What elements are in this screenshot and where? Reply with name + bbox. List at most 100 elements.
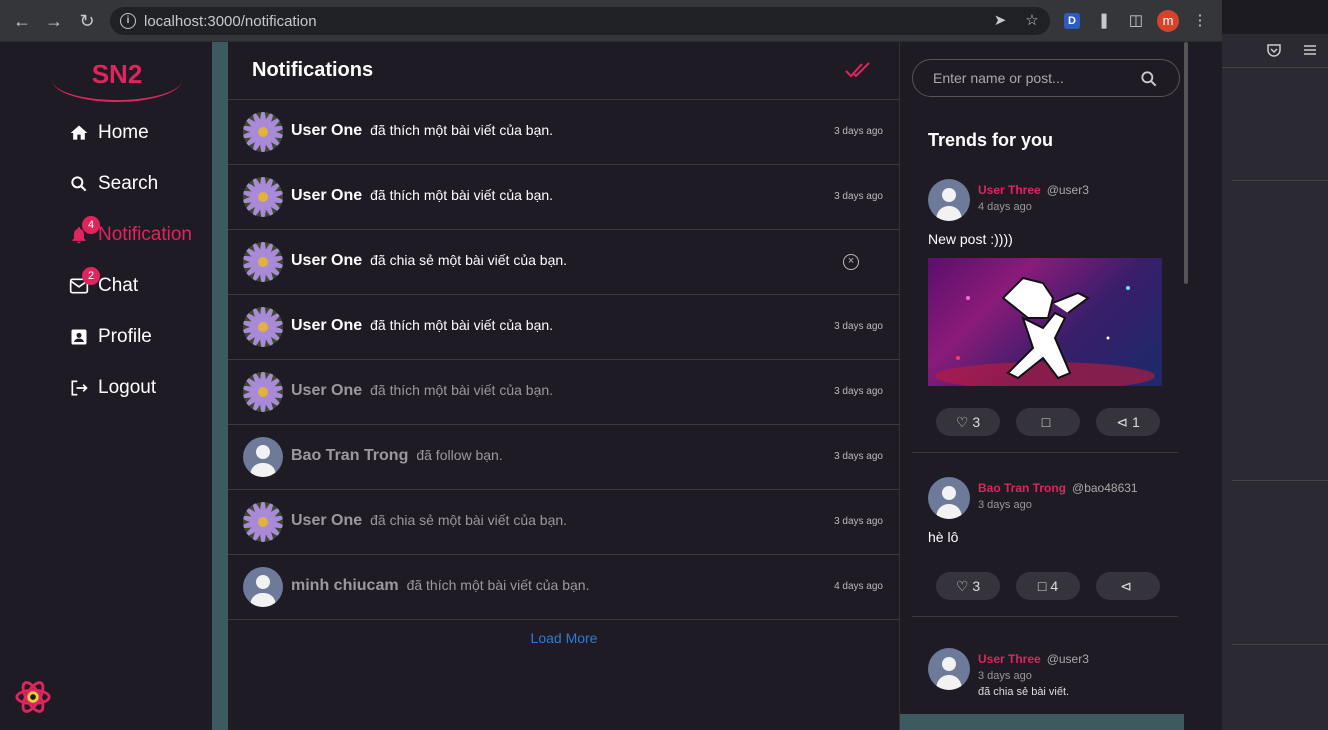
sidebar-item-chat[interactable]: 2 Chat	[68, 267, 138, 301]
notification-item[interactable]: User One đã thích một bài viết của bạn. 3 …	[228, 360, 899, 425]
sidebar-item-search[interactable]: Search	[68, 169, 158, 199]
sidebar-item-home[interactable]: Home	[68, 118, 149, 148]
avatar[interactable]	[928, 179, 970, 221]
avatar[interactable]	[243, 112, 283, 152]
post-time: 3 days ago	[978, 499, 1032, 511]
notification-text: đã chia sẻ một bài viết của bạn.	[370, 252, 568, 268]
notification-item[interactable]: User One đã thích một bài viết của bạn. 3 …	[228, 165, 899, 230]
side-panel-icon[interactable]: ◫	[1126, 11, 1146, 31]
layout-divider	[212, 42, 228, 730]
notification-user[interactable]: User One	[291, 122, 362, 139]
horizontal-scrollbar[interactable]	[900, 714, 1184, 730]
post-author[interactable]: Bao Tran Trong	[978, 481, 1066, 495]
heart-icon: ♡	[955, 577, 969, 594]
comment-button[interactable]: □ 4	[1016, 572, 1080, 600]
notification-item[interactable]: User One đã thích một bài viết của bạn. 3 …	[228, 295, 899, 360]
avatar[interactable]	[243, 242, 283, 282]
search-icon[interactable]	[1139, 69, 1159, 89]
heart-icon: ♡	[955, 413, 969, 430]
search-input[interactable]: Enter name or post...	[933, 70, 1064, 86]
notification-badge: 4	[82, 216, 100, 234]
pocket-icon	[1267, 44, 1281, 57]
notification-item[interactable]: User One đã thích một bài viết của bạn. 3 …	[228, 100, 899, 165]
avatar[interactable]	[243, 502, 283, 542]
react-devtools-icon[interactable]	[14, 678, 52, 716]
sidebar-item-label: Home	[98, 122, 149, 143]
extensions-puzzle-icon[interactable]: ❚	[1094, 11, 1114, 31]
avatar[interactable]	[243, 437, 283, 477]
back-icon[interactable]: ←	[12, 11, 32, 31]
post-text: đã chia sẻ bài viết.	[978, 686, 1070, 698]
logo[interactable]: SN2	[52, 56, 182, 102]
notification-text: đã thích một bài viết của bạn.	[370, 122, 554, 138]
search-box[interactable]: Enter name or post...	[912, 59, 1180, 97]
mail-icon: 2	[68, 267, 100, 297]
background-window	[1222, 0, 1328, 730]
avatar[interactable]	[928, 648, 970, 690]
notification-text: đã thích một bài viết của bạn.	[370, 382, 554, 398]
notifications-panel: Notifications User One đã thích một bài v…	[228, 42, 900, 730]
address-bar[interactable]: i localhost:3000/notification	[110, 7, 1050, 35]
home-icon	[68, 122, 90, 144]
notification-time: 3 days ago	[834, 451, 883, 462]
post-image[interactable]	[928, 258, 1162, 386]
notification-user[interactable]: User One	[291, 252, 362, 269]
bookmark-star-icon[interactable]: ☆	[1022, 11, 1042, 31]
forward-icon[interactable]: →	[44, 11, 64, 31]
avatar[interactable]	[243, 372, 283, 412]
sidebar-item-label: Search	[98, 173, 159, 194]
notification-item[interactable]: minh chiucam đã thích một bài viết của bạ…	[228, 555, 899, 620]
send-icon[interactable]: ➤	[990, 11, 1010, 31]
share-button[interactable]: ⊲	[1096, 572, 1160, 600]
notification-user[interactable]: User One	[291, 187, 362, 204]
notification-item[interactable]: User One đã chia sẻ một bài viết của bạn.…	[228, 230, 899, 295]
load-more-link[interactable]: Load More	[228, 630, 900, 646]
trends-sidebar: Enter name or post... Trends for you Use…	[900, 42, 1188, 730]
like-button[interactable]: ♡ 3	[936, 408, 1000, 436]
notification-user[interactable]: User One	[291, 512, 362, 529]
avatar[interactable]	[928, 477, 970, 519]
menu-kebab-icon[interactable]: ⋮	[1190, 11, 1210, 31]
comment-icon: □	[1037, 578, 1047, 594]
notification-item[interactable]: User One đã chia sẻ một bài viết của bạn.…	[228, 490, 899, 555]
notification-user[interactable]: Bao Tran Trong	[291, 447, 408, 464]
avatar[interactable]	[243, 307, 283, 347]
sidebar-item-label: Profile	[98, 326, 152, 347]
sidebar-item-logout[interactable]: Logout	[68, 373, 156, 403]
avatar[interactable]	[243, 177, 283, 217]
notification-time: 3 days ago	[834, 126, 883, 137]
mark-all-read-icon[interactable]	[845, 60, 871, 80]
comment-button[interactable]: □	[1016, 408, 1080, 436]
avatar[interactable]	[243, 567, 283, 607]
notification-time: 3 days ago	[834, 386, 883, 397]
chat-badge: 2	[82, 267, 100, 285]
notification-text: đã follow bạn.	[416, 447, 503, 463]
site-info-icon[interactable]: i	[120, 13, 136, 29]
notification-text: đã thích một bài viết của bạn.	[406, 577, 590, 593]
notification-user[interactable]: User One	[291, 382, 362, 399]
extension-d-icon[interactable]: D	[1064, 13, 1080, 29]
bell-icon: 4	[68, 216, 100, 246]
share-icon: ⊲	[1120, 577, 1132, 594]
notification-time: 4 days ago	[834, 581, 883, 592]
scrollbar[interactable]	[1184, 42, 1188, 284]
logout-icon	[68, 377, 90, 399]
post-handle: @user3	[1046, 652, 1089, 666]
share-button[interactable]: ⊲ 1	[1096, 408, 1160, 436]
post-author[interactable]: User Three	[978, 652, 1041, 666]
reload-icon[interactable]: ↻	[77, 11, 97, 31]
notification-user[interactable]: User One	[291, 317, 362, 334]
notification-item[interactable]: Bao Tran Trong đã follow bạn. 3 days ago	[228, 425, 899, 490]
sidebar-item-profile[interactable]: Profile	[68, 322, 152, 352]
post-text: New post :))))	[928, 231, 1013, 247]
like-button[interactable]: ♡ 3	[936, 572, 1000, 600]
post-author[interactable]: User Three	[978, 183, 1041, 197]
post-handle: @user3	[1046, 183, 1089, 197]
profile-avatar[interactable]: m	[1157, 10, 1179, 32]
hamburger-icon	[1304, 45, 1316, 55]
notification-user[interactable]: minh chiucam	[291, 577, 399, 594]
close-icon[interactable]: ×	[843, 254, 859, 270]
panel-header: Notifications	[228, 42, 899, 100]
sidebar-item-notification[interactable]: 4 Notification	[68, 216, 192, 250]
sidebar-item-label: Logout	[98, 377, 157, 398]
